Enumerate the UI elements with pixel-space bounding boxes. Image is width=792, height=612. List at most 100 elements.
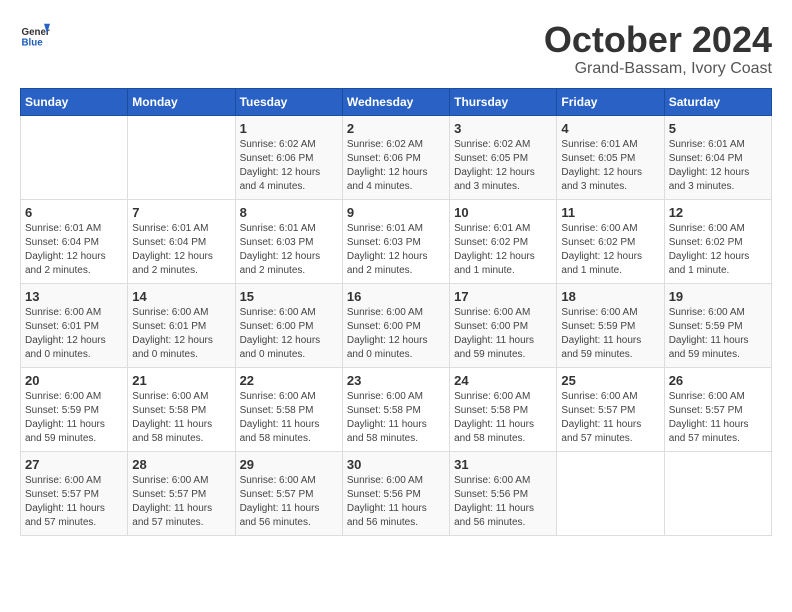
calendar-header-row: SundayMondayTuesdayWednesdayThursdayFrid…	[21, 88, 772, 115]
day-number: 28	[132, 457, 230, 472]
day-header-wednesday: Wednesday	[342, 88, 449, 115]
calendar-week-2: 6 Sunrise: 6:01 AMSunset: 6:04 PMDaylight…	[21, 199, 772, 283]
calendar-cell	[557, 451, 664, 535]
day-number: 31	[454, 457, 552, 472]
title-area: October 2024 Grand-Bassam, Ivory Coast	[544, 20, 772, 78]
day-number: 24	[454, 373, 552, 388]
day-number: 22	[240, 373, 338, 388]
calendar-table: SundayMondayTuesdayWednesdayThursdayFrid…	[20, 88, 772, 536]
calendar-cell	[21, 115, 128, 199]
day-header-friday: Friday	[557, 88, 664, 115]
day-header-tuesday: Tuesday	[235, 88, 342, 115]
day-number: 21	[132, 373, 230, 388]
calendar-cell: 17Sunrise: 6:00 AMSunset: 6:00 PMDayligh…	[450, 283, 557, 367]
day-detail: Sunrise: 6:00 AMSunset: 5:58 PMDaylight:…	[347, 390, 445, 446]
day-number: 6	[25, 205, 123, 220]
day-detail: Sunrise: 6:01 AMSunset: 6:05 PMDaylight:…	[561, 138, 659, 194]
calendar-week-3: 13 Sunrise: 6:00 AMSunset: 6:01 PMDayligh…	[21, 283, 772, 367]
day-header-thursday: Thursday	[450, 88, 557, 115]
calendar-cell: 3 Sunrise: 6:02 AMSunset: 6:05 PMDaylight…	[450, 115, 557, 199]
calendar-cell: 8 Sunrise: 6:01 AMSunset: 6:03 PMDaylight…	[235, 199, 342, 283]
day-number: 4	[561, 121, 659, 136]
day-detail: Sunrise: 6:01 AMSunset: 6:04 PMDaylight:…	[25, 222, 123, 278]
day-detail: Sunrise: 6:00 AMSunset: 5:58 PMDaylight:…	[454, 390, 552, 446]
calendar-cell: 10 Sunrise: 6:01 AMSunset: 6:02 PMDayligh…	[450, 199, 557, 283]
day-detail: Sunrise: 6:00 AMSunset: 5:57 PMDaylight:…	[132, 474, 230, 530]
day-number: 11	[561, 205, 659, 220]
day-number: 7	[132, 205, 230, 220]
day-number: 9	[347, 205, 445, 220]
calendar-cell: 31 Sunrise: 6:00 AMSunset: 5:56 PMDayligh…	[450, 451, 557, 535]
day-header-monday: Monday	[128, 88, 235, 115]
day-number: 8	[240, 205, 338, 220]
calendar-week-5: 27Sunrise: 6:00 AMSunset: 5:57 PMDayligh…	[21, 451, 772, 535]
day-detail: Sunrise: 6:01 AMSunset: 6:03 PMDaylight:…	[347, 222, 445, 278]
day-number: 20	[25, 373, 123, 388]
day-detail: Sunrise: 6:00 AMSunset: 5:59 PMDaylight:…	[561, 306, 659, 362]
day-detail: Sunrise: 6:00 AMSunset: 5:56 PMDaylight:…	[454, 474, 552, 530]
calendar-cell: 6 Sunrise: 6:01 AMSunset: 6:04 PMDaylight…	[21, 199, 128, 283]
calendar-cell: 2 Sunrise: 6:02 AMSunset: 6:06 PMDaylight…	[342, 115, 449, 199]
calendar-cell	[664, 451, 771, 535]
day-detail: Sunrise: 6:01 AMSunset: 6:02 PMDaylight:…	[454, 222, 552, 278]
calendar-cell: 23 Sunrise: 6:00 AMSunset: 5:58 PMDayligh…	[342, 367, 449, 451]
day-detail: Sunrise: 6:00 AMSunset: 5:58 PMDaylight:…	[132, 390, 230, 446]
logo-icon: General Blue	[20, 20, 50, 50]
calendar-cell: 14Sunrise: 6:00 AMSunset: 6:01 PMDayligh…	[128, 283, 235, 367]
day-header-saturday: Saturday	[664, 88, 771, 115]
calendar-cell: 25Sunrise: 6:00 AMSunset: 5:57 PMDayligh…	[557, 367, 664, 451]
day-detail: Sunrise: 6:00 AMSunset: 5:59 PMDaylight:…	[669, 306, 767, 362]
calendar-cell: 16Sunrise: 6:00 AMSunset: 6:00 PMDayligh…	[342, 283, 449, 367]
day-number: 2	[347, 121, 445, 136]
calendar-cell: 20 Sunrise: 6:00 AMSunset: 5:59 PMDayligh…	[21, 367, 128, 451]
calendar-cell: 13 Sunrise: 6:00 AMSunset: 6:01 PMDayligh…	[21, 283, 128, 367]
svg-text:Blue: Blue	[22, 38, 44, 49]
day-number: 26	[669, 373, 767, 388]
calendar-cell: 12 Sunrise: 6:00 AMSunset: 6:02 PMDayligh…	[664, 199, 771, 283]
page-title: October 2024	[544, 20, 772, 60]
day-detail: Sunrise: 6:02 AMSunset: 6:06 PMDaylight:…	[240, 138, 338, 194]
calendar-cell: 29 Sunrise: 6:00 AMSunset: 5:57 PMDayligh…	[235, 451, 342, 535]
day-number: 23	[347, 373, 445, 388]
day-number: 17	[454, 289, 552, 304]
calendar-week-4: 20 Sunrise: 6:00 AMSunset: 5:59 PMDayligh…	[21, 367, 772, 451]
day-detail: Sunrise: 6:00 AMSunset: 5:57 PMDaylight:…	[25, 474, 123, 530]
calendar-cell: 7 Sunrise: 6:01 AMSunset: 6:04 PMDaylight…	[128, 199, 235, 283]
calendar-cell: 30Sunrise: 6:00 AMSunset: 5:56 PMDayligh…	[342, 451, 449, 535]
day-detail: Sunrise: 6:00 AMSunset: 5:57 PMDaylight:…	[669, 390, 767, 446]
day-number: 5	[669, 121, 767, 136]
calendar-cell: 5 Sunrise: 6:01 AMSunset: 6:04 PMDaylight…	[664, 115, 771, 199]
day-detail: Sunrise: 6:00 AMSunset: 6:02 PMDaylight:…	[669, 222, 767, 278]
calendar-cell: 21 Sunrise: 6:00 AMSunset: 5:58 PMDayligh…	[128, 367, 235, 451]
day-number: 29	[240, 457, 338, 472]
day-detail: Sunrise: 6:00 AMSunset: 5:59 PMDaylight:…	[25, 390, 123, 446]
day-number: 1	[240, 121, 338, 136]
day-detail: Sunrise: 6:00 AMSunset: 6:00 PMDaylight:…	[240, 306, 338, 362]
day-number: 10	[454, 205, 552, 220]
calendar-cell: 24 Sunrise: 6:00 AMSunset: 5:58 PMDayligh…	[450, 367, 557, 451]
day-detail: Sunrise: 6:02 AMSunset: 6:05 PMDaylight:…	[454, 138, 552, 194]
calendar-cell: 22Sunrise: 6:00 AMSunset: 5:58 PMDayligh…	[235, 367, 342, 451]
day-detail: Sunrise: 6:02 AMSunset: 6:06 PMDaylight:…	[347, 138, 445, 194]
day-number: 25	[561, 373, 659, 388]
day-detail: Sunrise: 6:01 AMSunset: 6:04 PMDaylight:…	[669, 138, 767, 194]
calendar-cell: 4 Sunrise: 6:01 AMSunset: 6:05 PMDaylight…	[557, 115, 664, 199]
day-detail: Sunrise: 6:00 AMSunset: 6:01 PMDaylight:…	[25, 306, 123, 362]
day-number: 3	[454, 121, 552, 136]
calendar-cell	[128, 115, 235, 199]
logo: General Blue	[20, 20, 50, 50]
day-number: 30	[347, 457, 445, 472]
calendar-cell: 19 Sunrise: 6:00 AMSunset: 5:59 PMDayligh…	[664, 283, 771, 367]
day-detail: Sunrise: 6:00 AMSunset: 5:57 PMDaylight:…	[240, 474, 338, 530]
day-detail: Sunrise: 6:00 AMSunset: 6:00 PMDaylight:…	[347, 306, 445, 362]
day-detail: Sunrise: 6:00 AMSunset: 6:02 PMDaylight:…	[561, 222, 659, 278]
day-number: 19	[669, 289, 767, 304]
day-number: 14	[132, 289, 230, 304]
page-subtitle: Grand-Bassam, Ivory Coast	[544, 60, 772, 78]
calendar-body: 1 Sunrise: 6:02 AMSunset: 6:06 PMDaylight…	[21, 115, 772, 535]
day-detail: Sunrise: 6:01 AMSunset: 6:03 PMDaylight:…	[240, 222, 338, 278]
day-number: 12	[669, 205, 767, 220]
day-detail: Sunrise: 6:01 AMSunset: 6:04 PMDaylight:…	[132, 222, 230, 278]
day-number: 13	[25, 289, 123, 304]
calendar-cell: 15Sunrise: 6:00 AMSunset: 6:00 PMDayligh…	[235, 283, 342, 367]
